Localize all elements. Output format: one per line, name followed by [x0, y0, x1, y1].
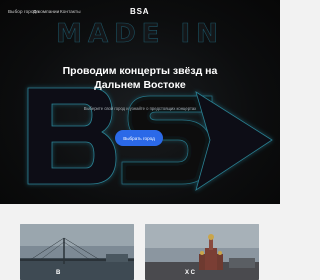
nav-about[interactable]: О компании — [33, 9, 59, 14]
hero-background-graphic: MADE IN — [27, 19, 273, 191]
hero-headline-line1: Проводим концерты звёзд на — [62, 65, 218, 77]
city-card-label: Х С — [185, 270, 196, 276]
city-photo-church — [145, 224, 259, 280]
hero-section: MADE IN Выбор города О компании Контакты… — [0, 0, 280, 204]
top-navigation: Выбор города О компании Контакты BSA — [0, 0, 280, 26]
hero-headline: Проводим концерты звёзд на Дальнем Восто… — [40, 64, 240, 92]
cities-section: В Х С — [0, 204, 280, 280]
city-card[interactable]: Х С — [145, 224, 259, 280]
hero-headline-line2: Дальнем Востоке — [94, 79, 186, 91]
choose-city-button[interactable]: Выбрать город — [115, 130, 163, 146]
nav-contacts[interactable]: Контакты — [60, 9, 81, 14]
city-card[interactable]: В — [20, 224, 134, 280]
site-logo[interactable]: BSA — [130, 7, 149, 16]
city-photo-bridge — [20, 224, 134, 280]
hero-subtitle: Выберите свой город и узнайте о предстоя… — [83, 106, 197, 111]
city-card-label: В — [56, 270, 61, 276]
